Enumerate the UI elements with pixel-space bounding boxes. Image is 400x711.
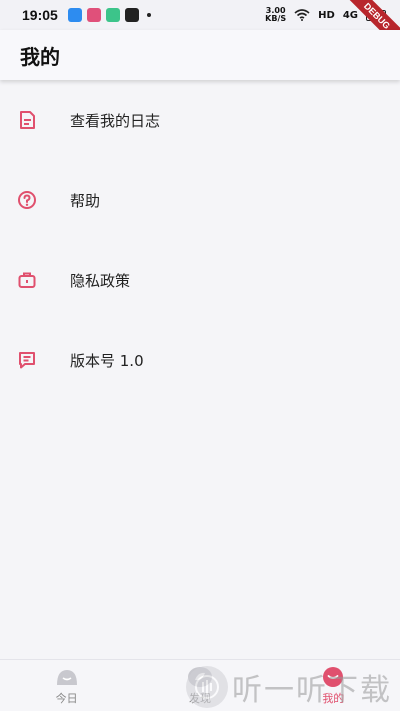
today-icon xyxy=(54,666,80,688)
hd-indicator: HD xyxy=(318,9,335,21)
network-speed-unit: KB/S xyxy=(265,14,287,23)
notification-media-icon xyxy=(124,8,139,22)
profile-menu: 查看我的日志 帮助 隐私政策 版本号 1.0 xyxy=(0,80,400,400)
menu-item-privacy[interactable]: 隐私政策 xyxy=(0,240,400,320)
nav-tab-label: 今日 xyxy=(55,691,78,705)
notification-app-icon xyxy=(67,8,82,22)
nav-tab-label: 我的 xyxy=(322,691,345,705)
nav-tab-discover[interactable]: 发现 xyxy=(150,666,250,706)
more-notifications-dot-icon xyxy=(146,13,151,17)
network-speed: 3.00 KB/S xyxy=(265,7,286,23)
nav-tab-today[interactable]: 今日 xyxy=(17,666,117,706)
notification-chat-icon xyxy=(105,8,120,22)
help-circle-icon xyxy=(16,189,38,211)
wifi-icon xyxy=(294,9,310,21)
menu-item-label: 隐私政策 xyxy=(70,271,131,290)
menu-item-help[interactable]: 帮助 xyxy=(0,160,400,240)
profile-icon xyxy=(320,666,346,688)
nav-tab-label: 发现 xyxy=(188,691,211,705)
menu-item-view-log[interactable]: 查看我的日志 xyxy=(0,80,400,160)
nav-tab-profile[interactable]: 我的 xyxy=(283,666,383,706)
notification-video-icon xyxy=(86,8,101,22)
status-time: 19:05 xyxy=(22,7,58,23)
page-title: 我的 xyxy=(20,44,60,69)
menu-item-version[interactable]: 版本号 1.0 xyxy=(0,320,400,400)
app-bar: 我的 xyxy=(0,30,400,80)
menu-item-label: 版本号 1.0 xyxy=(70,351,144,370)
privacy-bag-icon xyxy=(16,269,38,291)
version-note-icon xyxy=(16,349,38,371)
status-bar: 19:05 3.00 KB/S HD 4G DEBUG xyxy=(0,0,400,54)
menu-item-label: 查看我的日志 xyxy=(70,111,161,130)
signal-indicator: 4G xyxy=(342,9,358,21)
bottom-navigation: 今日 发现 我的 xyxy=(0,659,400,711)
menu-item-label: 帮助 xyxy=(70,191,101,210)
discover-icon xyxy=(187,666,213,688)
log-document-icon xyxy=(16,109,38,131)
